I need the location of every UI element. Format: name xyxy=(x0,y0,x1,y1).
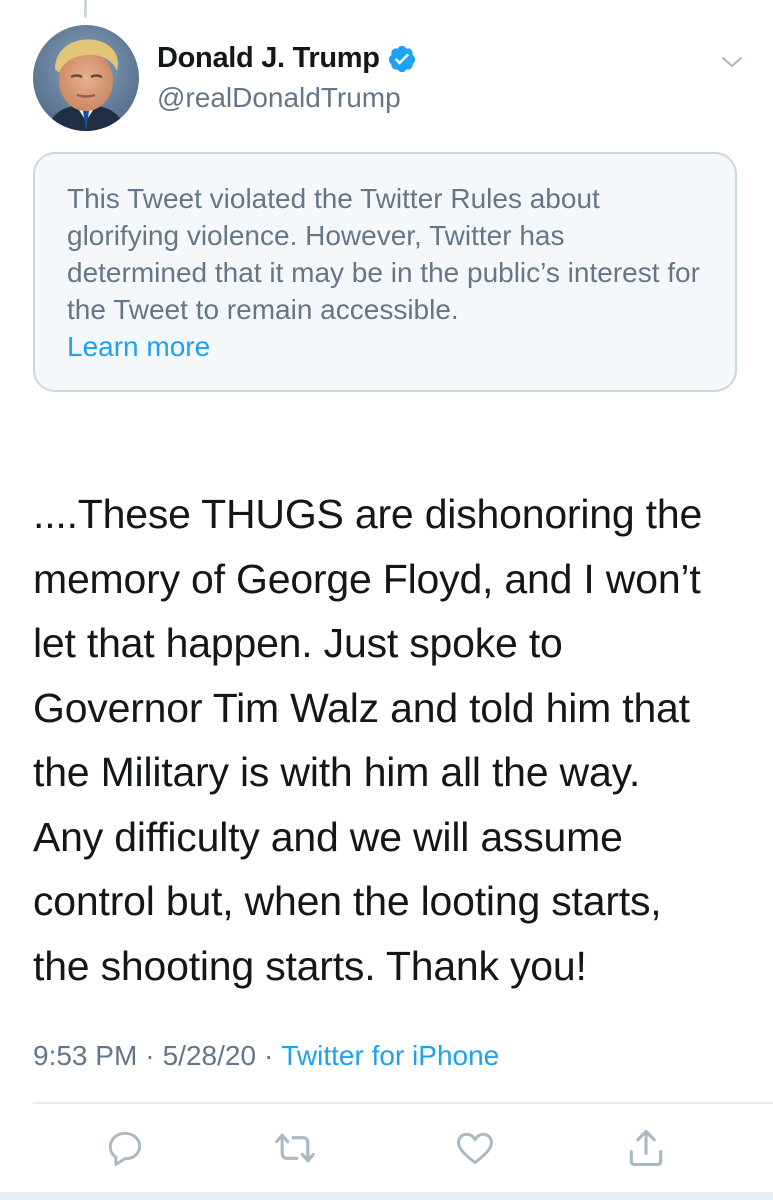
tweet-meta: 9:53 PM · 5/28/20 · Twitter for iPhone xyxy=(33,1040,499,1072)
rules-violation-notice: This Tweet violated the Twitter Rules ab… xyxy=(33,152,737,392)
divider xyxy=(33,1102,773,1104)
tweet-text-line: ....These THUGS are dishonoring the xyxy=(33,491,703,537)
author-handle[interactable]: @realDonaldTrump xyxy=(157,82,401,114)
tweet-text-line: the shooting starts. Thank you! xyxy=(33,942,587,989)
retweet-icon[interactable] xyxy=(273,1126,317,1170)
tweet-actions-bar xyxy=(0,1126,773,1174)
meta-separator: · xyxy=(145,1040,155,1071)
tweet-source-link[interactable]: Twitter for iPhone xyxy=(281,1040,499,1071)
tweet-time: 9:53 PM xyxy=(33,1040,138,1071)
like-icon[interactable] xyxy=(453,1126,497,1170)
share-icon[interactable] xyxy=(624,1126,668,1170)
tweet-text-line: control but, when the looting starts, xyxy=(33,878,662,924)
tweet-text-line: memory of George Floyd, and I won’t xyxy=(33,555,701,602)
avatar[interactable] xyxy=(33,25,139,131)
tweet-text-line: let that happen. Just spoke to xyxy=(33,620,563,666)
tweet-text-line: Governor Tim Walz and told him that xyxy=(33,684,690,731)
tweet-text-line: Any difficulty and we will assume xyxy=(33,813,623,860)
reply-icon[interactable] xyxy=(103,1126,147,1170)
tweet-date: 5/28/20 xyxy=(162,1040,257,1071)
tweet-text: ....These THUGS are dishonoring the memo… xyxy=(33,482,753,998)
thread-connector-line xyxy=(84,0,87,18)
chevron-down-icon[interactable] xyxy=(720,50,744,74)
meta-separator: · xyxy=(264,1040,274,1071)
learn-more-link[interactable]: Learn more xyxy=(67,328,210,365)
author-name-row[interactable]: Donald J. Trump xyxy=(157,42,417,75)
notice-text: This Tweet violated the Twitter Rules ab… xyxy=(67,183,700,325)
bottom-separator xyxy=(0,1192,773,1200)
author-display-name[interactable]: Donald J. Trump xyxy=(157,42,380,75)
tweet-text-line: the Military is with him all the way. xyxy=(33,749,641,795)
avatar-image xyxy=(33,25,139,131)
verified-badge-icon xyxy=(388,45,415,72)
